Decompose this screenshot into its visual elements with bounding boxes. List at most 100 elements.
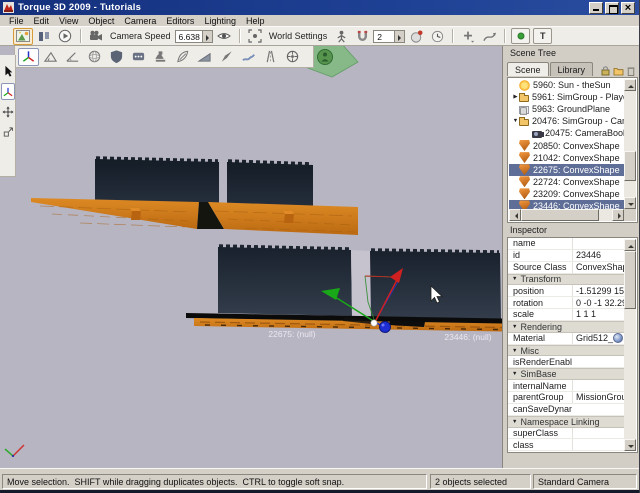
menu-item[interactable]: Help [241, 16, 270, 26]
inspector-scrollbar[interactable] [624, 239, 636, 451]
inspector-row[interactable]: canSaveDynamicF [508, 404, 625, 416]
forest-editor-button[interactable] [172, 48, 193, 66]
group-arrow-icon[interactable]: ▼ [512, 324, 517, 330]
group-arrow-icon[interactable]: ▼ [512, 276, 517, 282]
menu-item[interactable]: View [54, 16, 83, 26]
inspector-row[interactable]: class [508, 439, 625, 451]
toggle-panels-button[interactable] [34, 28, 54, 45]
decal-editor-button[interactable] [216, 48, 237, 66]
move-tool-button[interactable] [1, 83, 15, 100]
shape-editor-button[interactable] [282, 48, 303, 66]
scene-tree-item[interactable]: 20475: CameraBookmark [509, 127, 624, 139]
object-editor-button[interactable] [18, 48, 39, 66]
inspector-row[interactable]: ▼ Misc [508, 345, 625, 357]
property-value[interactable] [572, 238, 625, 249]
inspector-row[interactable]: position -1.51299 15.85 [508, 285, 625, 297]
property-value[interactable]: ConvexShape [572, 262, 625, 273]
inspector-row[interactable]: id 23446 [508, 250, 625, 262]
menu-item[interactable]: Edit [29, 16, 55, 26]
lock-icon-button[interactable] [601, 66, 610, 76]
mesh-road-editor-button[interactable] [194, 48, 215, 66]
inspector-row[interactable]: internalName [508, 380, 625, 392]
soft-snap-button[interactable] [427, 28, 447, 45]
scene-tree-item[interactable]: 21042: ConvexShape [509, 152, 624, 164]
group-arrow-icon[interactable]: ▼ [512, 371, 517, 377]
property-value[interactable]: -1.51299 15.85 [572, 285, 625, 296]
expand-arrow[interactable]: ▼ [512, 118, 519, 124]
tab-library[interactable]: Library [550, 62, 594, 76]
grid-snap-button[interactable] [406, 28, 426, 45]
inspector-row[interactable]: scale 1 1 1 [508, 309, 625, 321]
menu-item[interactable]: File [4, 16, 29, 26]
snap-size-value[interactable]: 2 [374, 31, 394, 42]
tab-scene[interactable]: Scene [507, 62, 549, 76]
select-tool-button[interactable] [1, 63, 15, 80]
inspector-row[interactable]: isRenderEnabled [508, 356, 625, 368]
text-toggle-button[interactable]: T [533, 28, 552, 44]
object-snap-button[interactable] [352, 28, 372, 45]
river-editor-button[interactable] [238, 48, 259, 66]
scene-tree-item[interactable]: ▼ 20476: SimGroup - CameraB [509, 115, 624, 127]
group-arrow-icon[interactable]: ▼ [512, 348, 517, 354]
inspector-row[interactable]: parentGroup MissionGroup [508, 392, 625, 404]
inspector-row[interactable]: Source Class ConvexShape [508, 262, 625, 274]
scroll-left-button[interactable] [509, 209, 521, 221]
world-settings-button[interactable] [245, 28, 265, 45]
property-value[interactable]: MissionGroup [572, 392, 625, 403]
scale-tool-button[interactable] [1, 123, 15, 140]
property-value[interactable]: 1 1 1 [572, 309, 625, 320]
scroll-up-button[interactable] [624, 79, 636, 91]
scroll-down-button[interactable] [624, 197, 636, 209]
property-value[interactable]: 0 -0 -1 32.2985 [572, 297, 625, 308]
property-value[interactable]: 23446 [572, 250, 625, 261]
camera-menu-button[interactable] [86, 28, 106, 45]
menu-item[interactable]: Editors [161, 16, 199, 26]
inspector-row[interactable]: ▼ SimBase [508, 368, 625, 380]
viewport-3d[interactable]: 22675: (null) 23446: (null) [0, 46, 502, 468]
property-value[interactable] [572, 428, 625, 439]
inspector-row[interactable]: rotation 0 -0 -1 32.2985 [508, 297, 625, 309]
group-arrow-icon[interactable]: ▼ [512, 419, 517, 425]
play-level-button[interactable] [55, 28, 75, 45]
scroll-thumb[interactable] [624, 251, 636, 309]
property-value[interactable]: Grid512_ [572, 333, 625, 344]
inspector-row[interactable]: Material Grid512_ [508, 333, 625, 345]
expand-arrow[interactable]: ▶ [512, 94, 519, 100]
inspector-row[interactable]: superClass [508, 428, 625, 440]
inspector-row[interactable]: ▼ Namespace Linking [508, 416, 625, 428]
gizmo-origin[interactable] [371, 320, 377, 326]
menu-item[interactable]: Object [83, 16, 119, 26]
title-bar[interactable]: Torque 3D 2009 - Tutorials [0, 0, 639, 15]
inspector-row[interactable]: name [508, 238, 625, 250]
maximize-button[interactable] [605, 2, 619, 14]
inspector-row[interactable]: ▼ Transform [508, 274, 625, 286]
scene-tree-item[interactable]: 23446: ConvexShape [509, 200, 624, 209]
scene-tree-item[interactable]: 20850: ConvexShape [509, 139, 624, 151]
scene-tree-item[interactable]: 23209: ConvexShape [509, 188, 624, 200]
scene-tree-item[interactable]: ▶ 5961: SimGroup - PlayerDro [509, 91, 624, 103]
minimize-button[interactable] [589, 2, 603, 14]
scroll-thumb[interactable] [521, 209, 599, 221]
menu-item[interactable]: Lighting [199, 16, 241, 26]
close-button[interactable] [621, 2, 635, 14]
road-path-editor-button[interactable] [260, 48, 281, 66]
particle-editor-button[interactable] [128, 48, 149, 66]
scene-tree-item[interactable]: 5963: GroundPlane [509, 103, 624, 115]
scroll-right-button[interactable] [612, 209, 624, 221]
scene-tree-item[interactable]: 22675: ConvexShape [509, 164, 624, 176]
bounds-toggle-button[interactable] [511, 28, 530, 44]
tree-horizontal-scrollbar[interactable] [509, 209, 624, 221]
visibility-button[interactable] [214, 28, 234, 45]
translate-tool-button[interactable] [1, 103, 15, 120]
drop-location-button[interactable] [479, 28, 499, 45]
world-editor-button[interactable] [13, 28, 33, 45]
snap-size-spinner[interactable] [394, 31, 404, 42]
tree-vertical-scrollbar[interactable] [624, 79, 636, 209]
menu-item[interactable]: Camera [119, 16, 161, 26]
material-editor-button[interactable] [84, 48, 105, 66]
snap-size-field[interactable]: 2 [373, 30, 405, 43]
scene-tree-item[interactable]: 22724: ConvexShape [509, 176, 624, 188]
terrain-painter-button[interactable] [62, 48, 83, 66]
new-group-folder-button[interactable] [613, 66, 624, 76]
scroll-down-button[interactable] [624, 439, 636, 451]
